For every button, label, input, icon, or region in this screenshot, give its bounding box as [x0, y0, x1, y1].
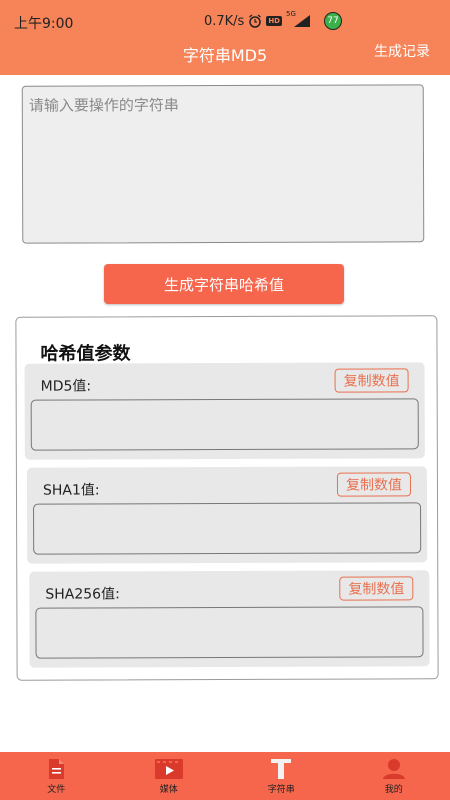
sha1-block: SHA1值: 复制数值 [26, 466, 428, 564]
string-input[interactable] [21, 84, 425, 244]
battery-icon: 77 [324, 12, 342, 30]
md5-block: MD5值: 复制数值 [24, 362, 425, 460]
app-header: 上午9:00 0.7K/s HD 5G 77 字符串MD5 生成记录 [0, 0, 450, 75]
nav-item-mine[interactable]: 我的 [338, 752, 450, 800]
sha256-label: SHA256值: [45, 586, 120, 603]
copy-md5-button[interactable]: 复制数值 [334, 368, 409, 393]
md5-output[interactable] [30, 398, 419, 451]
copy-sha256-button[interactable]: 复制数值 [339, 576, 414, 601]
net-speed: 0.7K/s [203, 13, 245, 29]
status-time: 上午9:00 [14, 16, 74, 32]
nav-item-string[interactable]: 字符串 [225, 752, 338, 800]
signal-icon: 5G [286, 10, 312, 28]
alarm-icon [248, 14, 262, 28]
sha256-block: SHA256值: 复制数值 [29, 570, 430, 668]
bottom-nav: 文件 媒体 字符串 我的 [0, 752, 450, 800]
hash-results-card: 哈希值参数 MD5值: 复制数值 SHA1值: 复制数值 SHA256值: 复制… [15, 315, 439, 681]
history-button[interactable]: 生成记录 [374, 41, 430, 61]
md5-label: MD5值: [40, 378, 92, 395]
nav-item-file[interactable]: 文件 [0, 752, 113, 800]
sha1-label: SHA1值: [42, 482, 100, 499]
nav-label-string: 字符串 [267, 785, 295, 795]
sha1-output[interactable] [33, 502, 422, 555]
nav-label-mine: 我的 [384, 785, 403, 795]
generate-hash-button[interactable]: 生成字符串哈希值 [104, 264, 344, 304]
text-icon [269, 758, 293, 780]
section-title: 哈希值参数 [40, 343, 131, 365]
file-icon [45, 758, 67, 780]
media-icon [154, 758, 184, 780]
nav-label-file: 文件 [47, 785, 66, 795]
hd-icon: HD [266, 16, 282, 26]
sha256-output[interactable] [35, 606, 424, 659]
status-indicators: 0.7K/s HD 5G 77 [203, 10, 342, 30]
nav-item-media[interactable]: 媒体 [113, 752, 226, 800]
user-icon [382, 758, 406, 780]
nav-label-media: 媒体 [159, 785, 178, 795]
copy-sha1-button[interactable]: 复制数值 [336, 472, 411, 497]
